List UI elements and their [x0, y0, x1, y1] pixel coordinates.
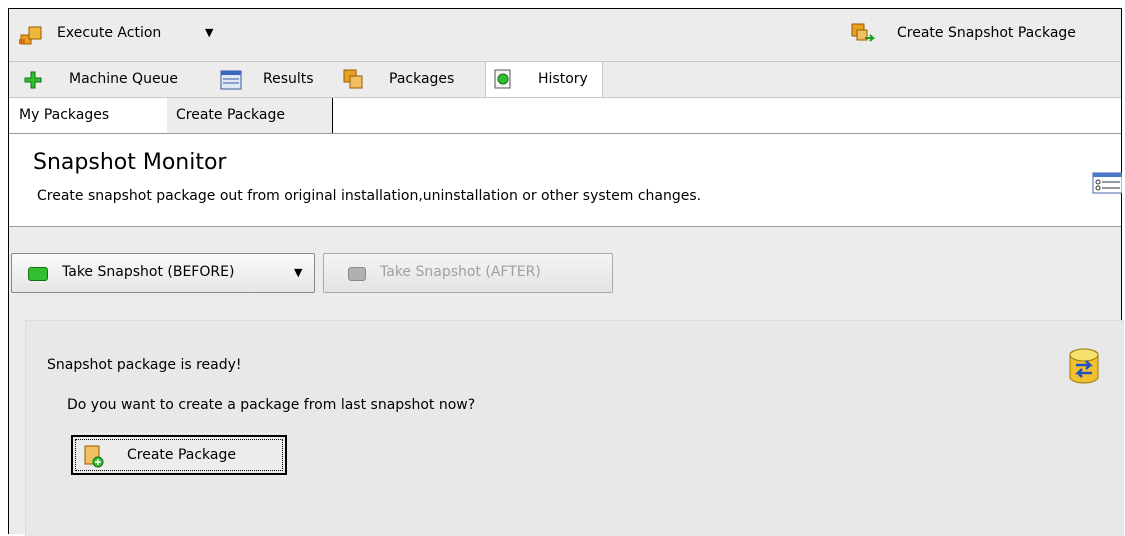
snapshot-ready-panel: Snapshot package is ready! Do you want t… [25, 320, 1124, 536]
subtab-create-package[interactable]: Create Package [167, 98, 333, 134]
tab-packages[interactable]: Packages [343, 68, 487, 92]
take-snapshot-after-button[interactable]: Take Snapshot (AFTER) [323, 253, 613, 293]
create-snapshot-package-icon [851, 23, 875, 42]
create-package-icon [84, 445, 104, 468]
create-package-label: Create Package [127, 447, 236, 463]
page-title: Snapshot Monitor [33, 150, 227, 175]
create-snapshot-package-button[interactable]: Create Snapshot Package [847, 21, 1119, 49]
page-subtitle: Create snapshot package out from origina… [37, 188, 702, 204]
snapshot-monitor-header: Snapshot Monitor Create snapshot package… [9, 133, 1122, 227]
settings-panel-icon [1092, 172, 1122, 194]
tab-results[interactable]: Results [219, 68, 339, 92]
create-package-question: Do you want to create a package from las… [67, 397, 476, 413]
create-snapshot-package-label: Create Snapshot Package [897, 25, 1076, 41]
tab-history[interactable]: History [485, 62, 603, 98]
app-window: Execute Action ▼ Create Snapshot Package… [8, 8, 1124, 536]
database-sync-icon [1069, 348, 1099, 384]
tab-history-label: History [538, 71, 588, 87]
execute-action-button[interactable]: Execute Action ▼ [19, 21, 219, 49]
take-snapshot-after-label: Take Snapshot (AFTER) [380, 264, 541, 280]
chevron-down-icon: ▼ [205, 26, 214, 39]
execute-action-icon [19, 26, 42, 45]
execute-action-label: Execute Action [57, 25, 162, 41]
subtab-my-packages-label: My Packages [19, 107, 110, 123]
history-icon [494, 69, 511, 89]
tab-machine-queue-label: Machine Queue [69, 71, 179, 87]
subtab-my-packages[interactable]: My Packages [19, 104, 159, 128]
gray-status-icon [348, 267, 366, 281]
snapshot-button-bar: Take Snapshot (BEFORE) ▼ Take Snapshot (… [9, 241, 1121, 297]
sub-tab-bar: My Packages Create Package [9, 97, 1121, 134]
main-tab-bar: Machine Queue Results Packages History [9, 61, 1121, 98]
tab-results-label: Results [263, 71, 314, 87]
green-status-icon [28, 267, 48, 281]
take-snapshot-before-button[interactable]: Take Snapshot (BEFORE) ▼ [11, 253, 315, 293]
take-snapshot-before-label: Take Snapshot (BEFORE) [62, 264, 235, 280]
top-toolbar: Execute Action ▼ Create Snapshot Package [9, 9, 1121, 61]
tab-packages-label: Packages [389, 71, 455, 87]
subtab-create-package-label: Create Package [176, 107, 285, 123]
plus-icon [24, 71, 42, 89]
tab-machine-queue[interactable]: Machine Queue [23, 68, 215, 92]
ready-message: Snapshot package is ready! [47, 357, 242, 373]
create-package-button[interactable]: Create Package [71, 435, 287, 475]
packages-icon [343, 69, 363, 89]
results-icon [220, 70, 242, 90]
chevron-down-icon: ▼ [294, 266, 303, 279]
